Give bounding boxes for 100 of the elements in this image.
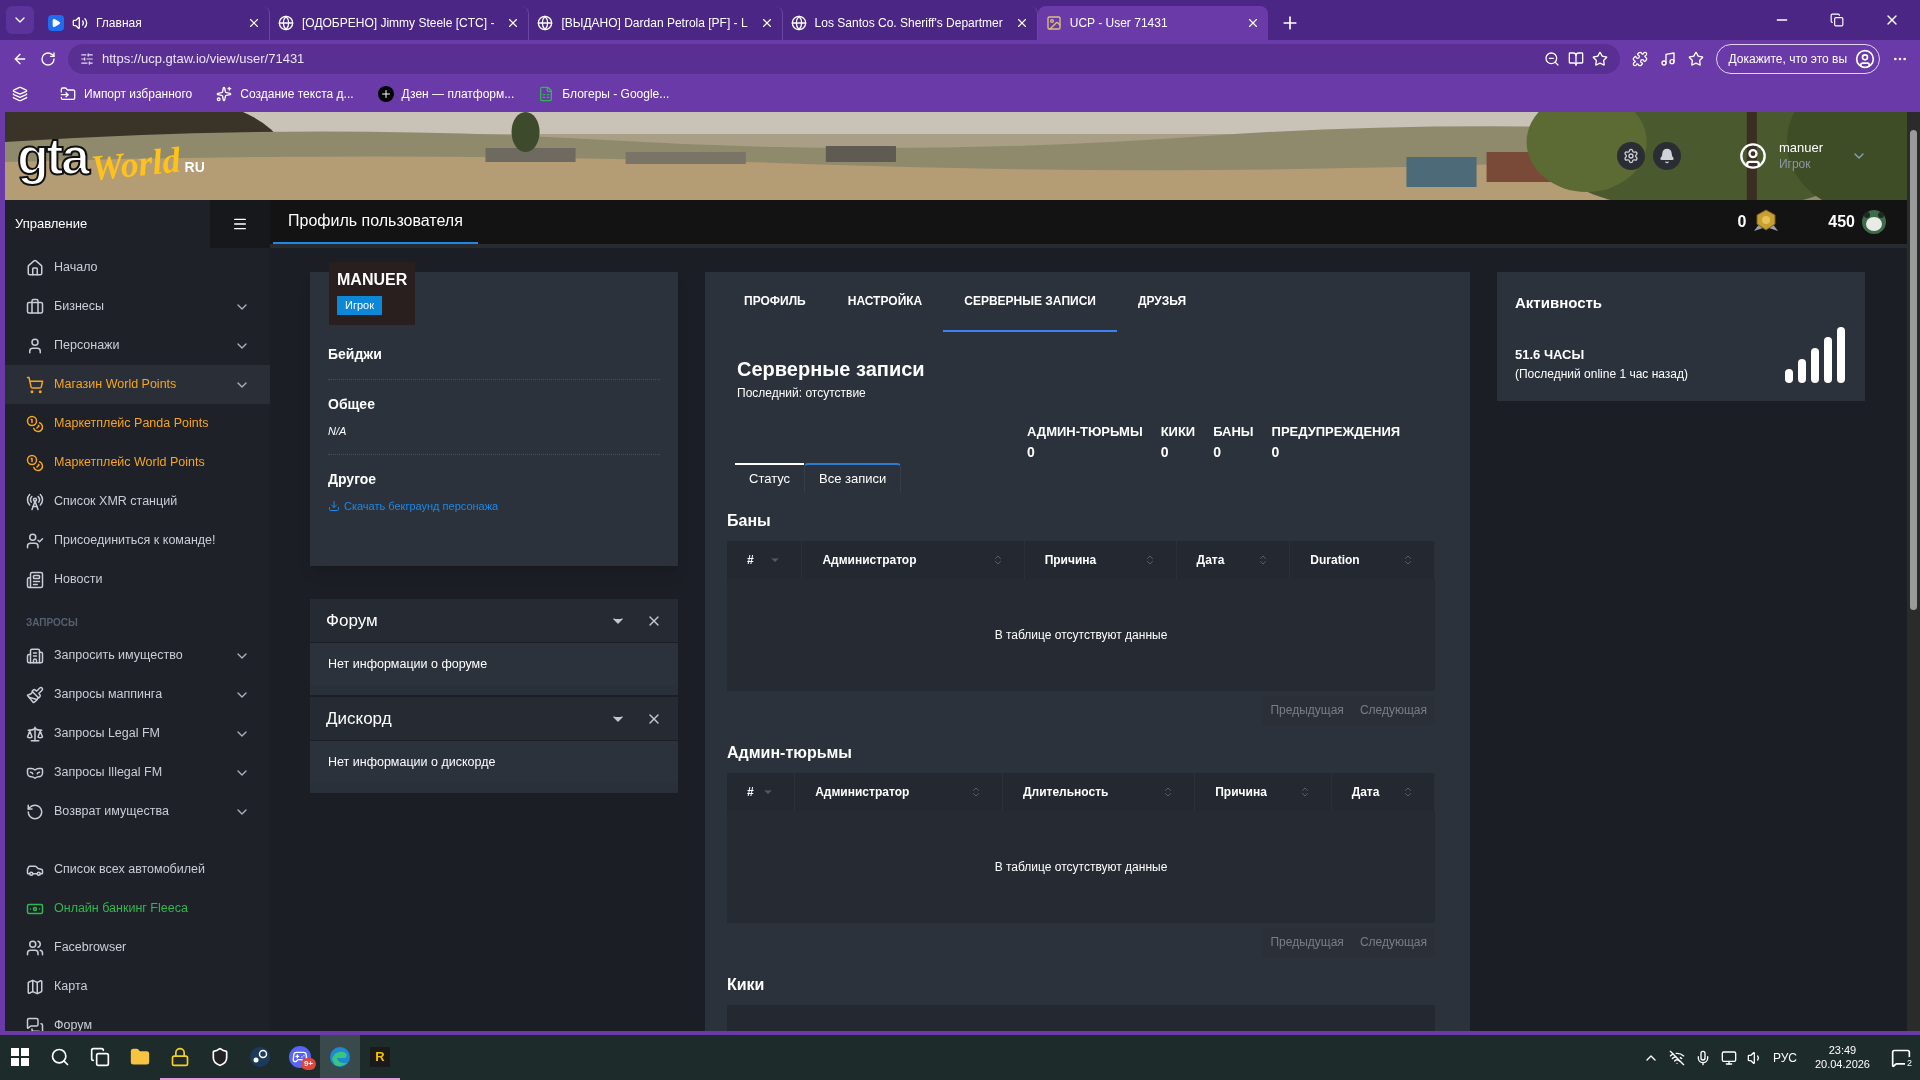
sidebar-label: Запросить имущество [54, 647, 184, 665]
scales-icon [26, 724, 44, 743]
sidebar-item[interactable]: Список XMR станций [5, 482, 270, 521]
favorites-icon[interactable] [1687, 51, 1704, 67]
browser-tab[interactable]: UCP - User 71431 [1037, 6, 1268, 40]
widget-title: Дискорд [326, 707, 393, 730]
points-value: 0 [1737, 212, 1747, 232]
bookmark-link[interactable]: Импорт избранного [52, 85, 201, 103]
sidebar-label: Карта [54, 978, 89, 996]
clock-time[interactable]: 23:49 [1828, 1043, 1857, 1058]
restore-icon[interactable] [1830, 13, 1844, 27]
sidebar-item[interactable]: Возврат имущества [5, 792, 270, 831]
favorite-icon[interactable] [1591, 51, 1608, 67]
sidebar-item[interactable]: Бизнесы [5, 287, 270, 326]
address-field[interactable]: https://ucp.gtaw.io/view/user/71431 [68, 44, 1620, 74]
collections-icon[interactable] [12, 86, 28, 102]
extensions-icon[interactable] [1631, 51, 1648, 67]
table-title: Баны [726, 510, 772, 531]
sparkle-icon [216, 86, 233, 102]
column-header[interactable]: Причина [1195, 772, 1332, 811]
scrollbar[interactable] [1907, 112, 1920, 1031]
sidebar-label: Запросы Illegal FM [54, 764, 164, 782]
tab-title: Los Santos Co. Sheriff's Departmer [814, 15, 1004, 32]
profile-tab[interactable]: НАСТРОЙКА [826, 272, 944, 332]
sidebar-item[interactable]: Маркетплейс World Points [5, 443, 270, 482]
download-link[interactable]: Скачать бекграунд персонажа [328, 497, 660, 514]
column-header[interactable]: Администратор [795, 772, 1003, 811]
tab-list-button[interactable] [6, 6, 34, 34]
media-icon[interactable] [1659, 51, 1676, 67]
lock-icon [170, 1046, 190, 1067]
user-avatar-icon[interactable] [1738, 142, 1767, 170]
sidebar-item[interactable]: Онлайн банкинг Fleeca [5, 889, 270, 928]
bookmark-link[interactable]: Создание текста д... [208, 85, 362, 103]
bookmark-link[interactable]: Дзен — платформ... [369, 85, 523, 103]
user-name[interactable]: manuer [1778, 140, 1823, 157]
zoom-out-icon[interactable] [1543, 51, 1560, 67]
column-header[interactable]: Duration [1290, 540, 1435, 579]
player-name: MANUER [337, 270, 408, 290]
bookmark-link[interactable]: Блогеры - Google... [530, 85, 678, 103]
tab-title: Главная [96, 15, 143, 32]
url-text: https://ucp.gtaw.io/view/user/71431 [102, 50, 305, 69]
records-subtab[interactable]: Все записи [804, 462, 902, 493]
sidebar-title: Управление [15, 215, 88, 234]
records-subtab[interactable]: Статус [735, 462, 805, 493]
column-header[interactable]: Причина [1024, 540, 1177, 579]
sidebar-item[interactable]: Присоединиться к команде! [5, 521, 270, 560]
speaker-icon[interactable] [72, 15, 88, 31]
back-icon[interactable] [12, 51, 28, 67]
sidebar-item[interactable]: Маркетплейс Panda Points [5, 404, 270, 443]
sidebar-item[interactable]: Магазин World Points [5, 365, 270, 404]
sidebar-item[interactable]: Новости [5, 560, 270, 599]
folder-icon [60, 86, 76, 102]
column-header[interactable]: Администратор [802, 540, 1025, 579]
person-icon [26, 336, 44, 355]
column-header[interactable]: Длительность [1002, 772, 1196, 811]
stat-value: 0 [1271, 442, 1281, 462]
brush-icon [26, 685, 44, 704]
notifications-button[interactable]: 2 [1888, 1044, 1914, 1071]
empty-message: В таблице отсутствуют данные [994, 858, 1168, 876]
taskbar-app[interactable]: R [360, 1035, 400, 1080]
antenna-icon [26, 492, 44, 511]
reader-icon[interactable] [1567, 51, 1584, 67]
language-indicator[interactable]: РУС [1772, 1048, 1797, 1067]
sidebar-item[interactable]: Запросить имущество [5, 636, 270, 675]
sidebar-item[interactable]: Форум [5, 1006, 270, 1031]
menu-icon [232, 216, 248, 232]
sidebar-label: Запросы Legal FM [54, 725, 161, 743]
sidebar-item[interactable]: Начало [5, 248, 270, 287]
sidebar-item[interactable]: Список всех автомобилей [5, 850, 270, 889]
profile-tab[interactable]: СЕРВЕРНЫЕ ЗАПИСИ [943, 272, 1117, 332]
display-icon[interactable] [1720, 1049, 1737, 1066]
records-subtitle: Последний: отсутствие [737, 385, 867, 402]
task-view-icon [90, 1046, 110, 1067]
column-header[interactable]: Дата [1331, 772, 1435, 811]
sidebar-item[interactable]: Карта [5, 967, 270, 1006]
reload-icon[interactable] [40, 51, 56, 67]
person-tie-icon [26, 531, 44, 550]
sidebar-label: Начало [54, 259, 99, 277]
sidebar-label: Бизнесы [54, 298, 105, 316]
sidebar-item[interactable]: Запросы Illegal FM [5, 753, 270, 792]
profile-tab[interactable]: ПРОФИЛЬ [723, 272, 827, 332]
column-header[interactable]: # [727, 772, 796, 811]
site-info-icon[interactable] [80, 52, 94, 66]
sort-icon [1402, 553, 1414, 566]
sidebar-item[interactable]: Facebrowser [5, 928, 270, 967]
activity-bars-icon [1785, 326, 1847, 383]
column-header[interactable]: Дата [1176, 540, 1291, 579]
chat-icon [26, 1016, 44, 1031]
profile-tab[interactable]: ДРУЗЬЯ [1116, 272, 1208, 332]
network-off-icon[interactable] [1668, 1049, 1685, 1066]
section-title: Другое [328, 469, 378, 489]
rockstar-icon: R [370, 1046, 390, 1067]
records-heading: Серверные записи [737, 357, 926, 382]
column-header[interactable]: # [727, 540, 803, 579]
close-icon[interactable] [247, 16, 261, 30]
briefcase-icon [26, 297, 44, 316]
sidebar-item[interactable]: Запросы маппинга [5, 675, 270, 714]
sidebar-item[interactable]: Запросы Legal FM [5, 714, 270, 753]
sidebar-item[interactable]: Персонажи [5, 326, 270, 365]
clock-date[interactable]: 20.04.2026 [1814, 1057, 1870, 1072]
